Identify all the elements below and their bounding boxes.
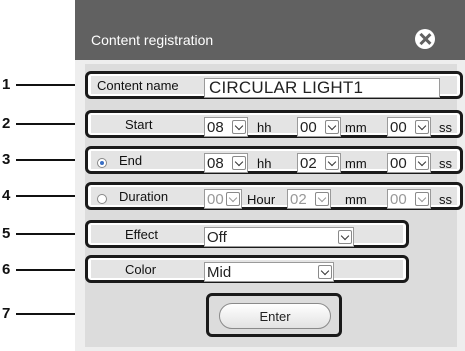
end-hour-select[interactable]: 08 (204, 153, 248, 173)
end-minute-unit: mm (345, 156, 367, 171)
duration-minute-select[interactable]: 02 (287, 189, 331, 209)
chevron-down-icon (318, 265, 332, 279)
duration-radio[interactable] (97, 194, 107, 204)
start-minute-unit: mm (345, 120, 367, 135)
start-second-value: 00 (390, 118, 407, 136)
callout-number: 1 (2, 76, 11, 93)
start-minute-select[interactable]: 00 (297, 117, 341, 137)
duration-hour-select[interactable]: 00 (204, 189, 242, 209)
callout-number: 3 (2, 151, 11, 168)
content-name-input[interactable]: CIRCULAR LIGHT1 (204, 78, 440, 98)
end-minute-select[interactable]: 02 (297, 153, 341, 173)
callout-5: 5 (2, 225, 86, 242)
start-row: Start 08 hh 00 mm 00 ss (85, 110, 463, 138)
chevron-down-icon (325, 156, 339, 170)
effect-select[interactable]: Off (204, 227, 354, 247)
duration-second-select[interactable]: 00 (387, 189, 431, 209)
end-second-unit: ss (439, 156, 452, 171)
duration-hour-unit: Hour (247, 192, 276, 207)
effect-label: Effect (125, 226, 159, 242)
end-hour-unit: hh (257, 156, 272, 171)
end-radio[interactable] (97, 158, 107, 168)
enter-button-frame: Enter (206, 293, 342, 337)
chevron-down-icon (415, 156, 429, 170)
start-label: Start (125, 116, 153, 132)
effect-value: Off (207, 228, 227, 246)
callout-3: 3 (2, 151, 86, 168)
callout-7: 7 (2, 305, 136, 322)
chevron-down-icon (415, 120, 429, 134)
duration-hour-value: 00 (207, 190, 224, 208)
callout-2: 2 (2, 115, 86, 132)
chevron-down-icon (232, 120, 246, 134)
end-minute-value: 02 (300, 154, 317, 172)
dialog-title: Content registration (91, 32, 214, 48)
callout-1: 1 (2, 76, 86, 93)
callout-4: 4 (2, 187, 86, 204)
start-minute-value: 00 (300, 118, 317, 136)
callout-number: 5 (2, 225, 11, 242)
content-name-label: Content name (97, 77, 179, 93)
color-select[interactable]: Mid (204, 262, 334, 282)
callout-6: 6 (2, 261, 86, 278)
close-icon[interactable] (415, 29, 435, 49)
duration-minute-unit: mm (345, 192, 367, 207)
chevron-down-icon (315, 192, 329, 206)
dialog-titlebar: Content registration (75, 0, 465, 60)
end-hour-value: 08 (207, 154, 224, 172)
callout-number: 4 (2, 187, 11, 204)
chevron-down-icon (226, 192, 240, 206)
end-second-value: 00 (390, 154, 407, 172)
end-row: End 08 hh 02 mm 00 ss (85, 146, 463, 174)
start-second-unit: ss (439, 120, 452, 135)
effect-row: Effect Off (85, 220, 409, 248)
duration-second-unit: ss (439, 192, 452, 207)
callout-number: 6 (2, 261, 11, 278)
end-second-select[interactable]: 00 (387, 153, 431, 173)
duration-minute-value: 02 (290, 190, 307, 208)
chevron-down-icon (325, 120, 339, 134)
content-name-row: Content name CIRCULAR LIGHT1 (85, 71, 463, 99)
color-row: Color Mid (85, 255, 409, 283)
start-hour-unit: hh (257, 120, 272, 135)
duration-row: Duration 00 Hour 02 mm 00 ss (85, 182, 463, 210)
color-label: Color (125, 261, 157, 277)
duration-second-value: 00 (390, 190, 407, 208)
chevron-down-icon (232, 156, 246, 170)
callout-number: 7 (2, 305, 11, 322)
start-hour-select[interactable]: 08 (204, 117, 248, 137)
callout-number: 2 (2, 115, 11, 132)
enter-button[interactable]: Enter (219, 303, 331, 329)
start-second-select[interactable]: 00 (387, 117, 431, 137)
start-hour-value: 08 (207, 118, 224, 136)
chevron-down-icon (415, 192, 429, 206)
chevron-down-icon (338, 230, 352, 244)
color-value: Mid (207, 263, 232, 281)
